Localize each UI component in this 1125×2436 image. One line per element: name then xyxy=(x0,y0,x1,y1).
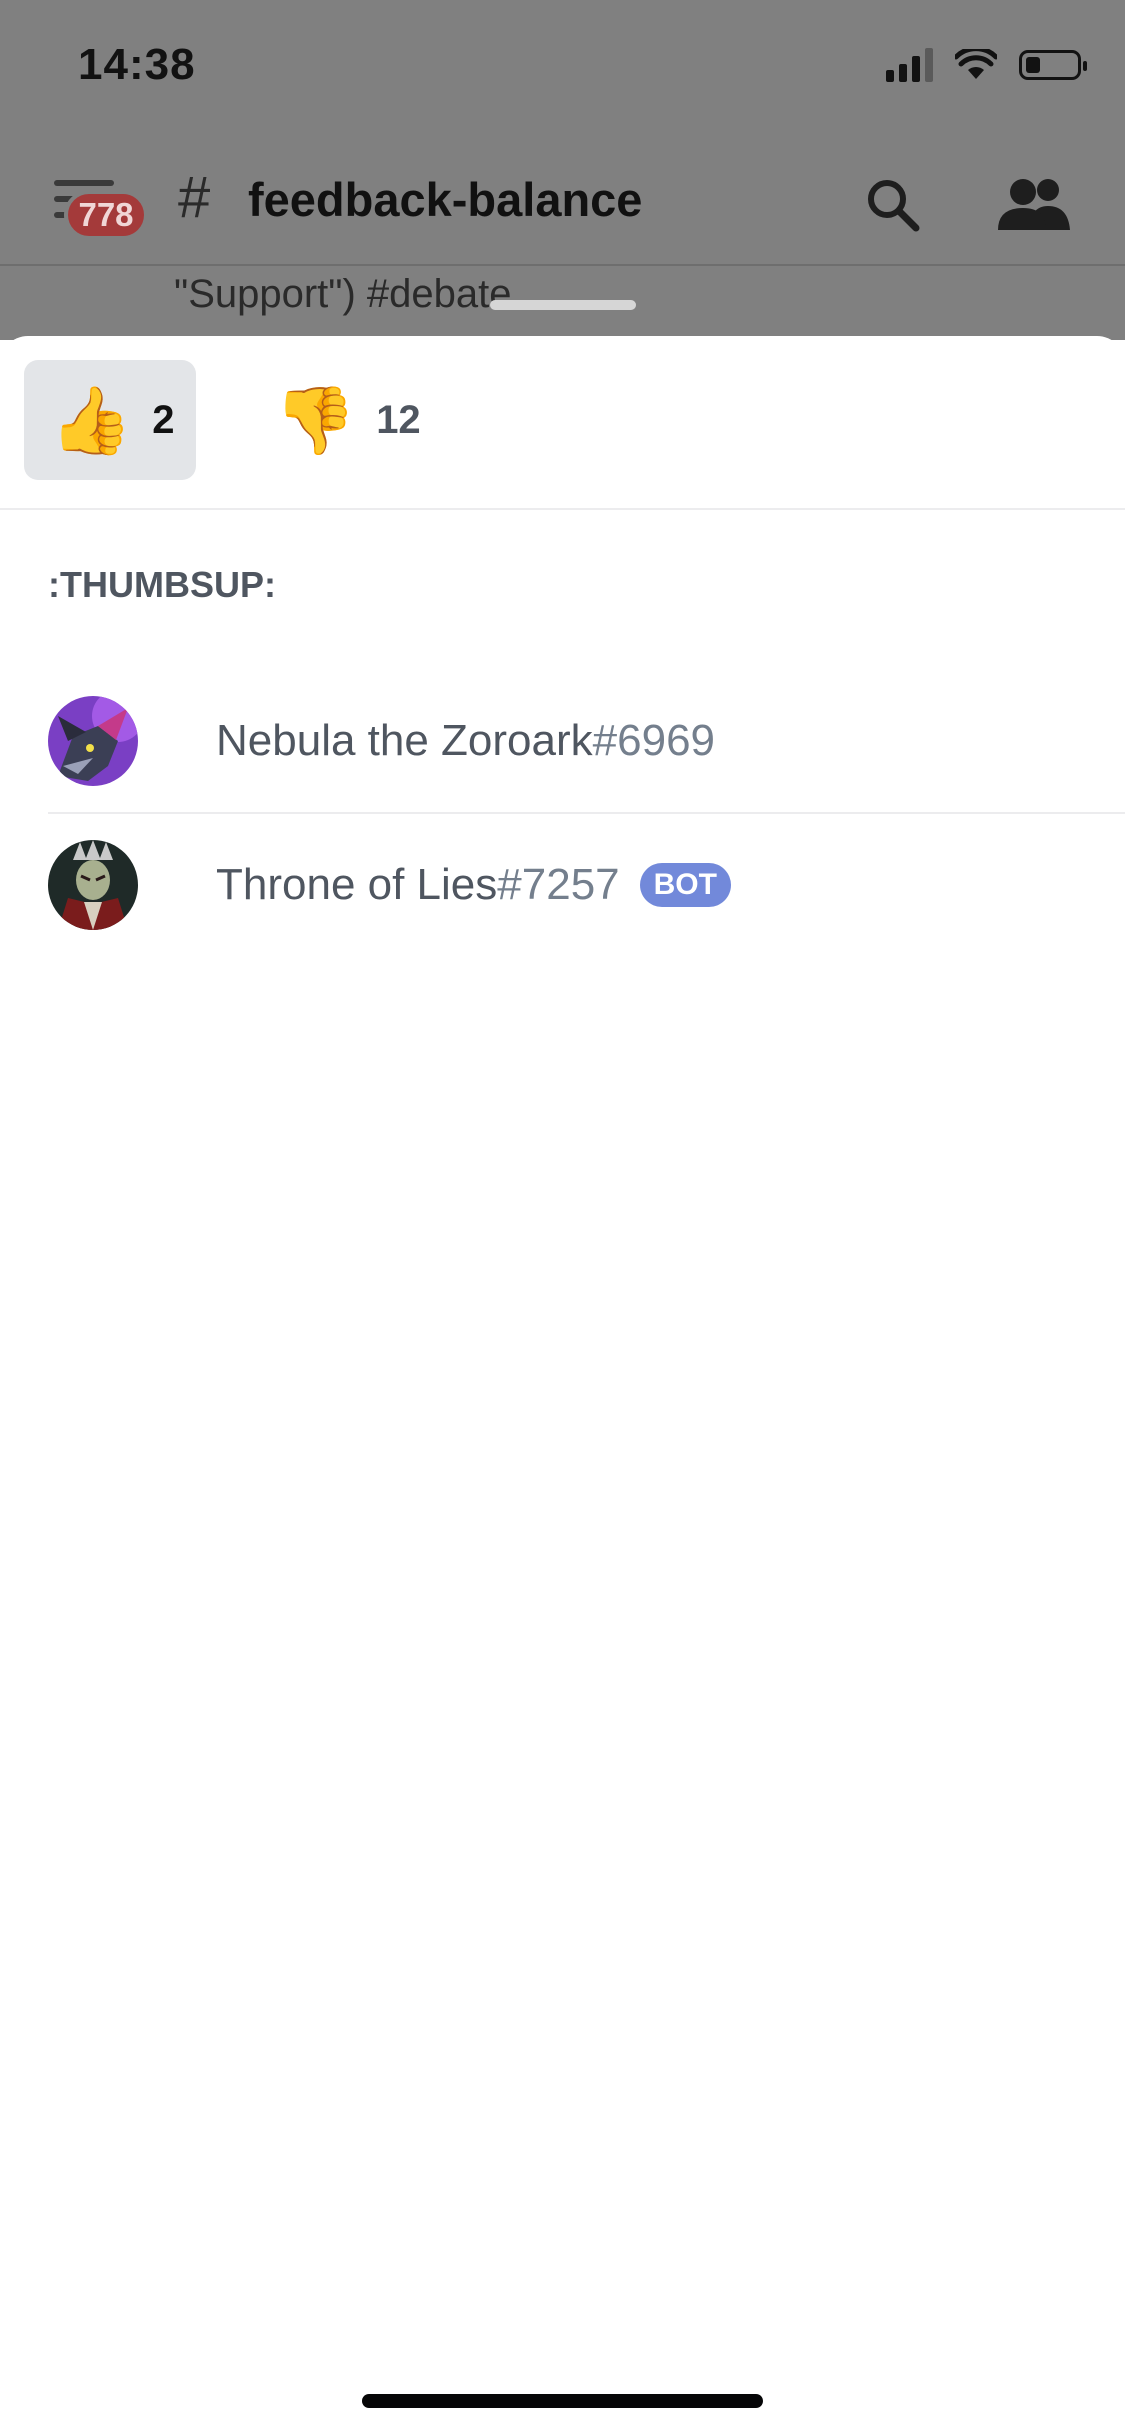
reaction-tabs: 👍 2 👎 12 xyxy=(24,360,447,480)
message-preview: "Support") #debate xyxy=(174,272,512,316)
user-name: Nebula the Zoroark #6969 xyxy=(216,716,715,766)
sheet-grabber[interactable] xyxy=(490,300,636,310)
reaction-count: 2 xyxy=(152,397,175,442)
list-item[interactable]: Throne of Lies #7257 BOT xyxy=(0,814,1125,958)
status-icons xyxy=(886,48,1087,82)
wifi-icon xyxy=(955,49,997,79)
bot-badge: BOT xyxy=(639,863,731,907)
reaction-section-title: :THUMBSUP: xyxy=(48,564,276,605)
list-item[interactable]: Nebula the Zoroark #6969 xyxy=(0,670,1125,814)
home-indicator[interactable] xyxy=(362,2394,763,2408)
reaction-tab-thumbsup[interactable]: 👍 2 xyxy=(24,360,196,480)
tabs-divider xyxy=(0,508,1125,510)
avatar xyxy=(48,840,138,930)
background-overlay[interactable]: 14:38 778 # feedback-balance "Support") … xyxy=(0,0,1125,340)
channel-title: feedback-balance xyxy=(248,173,643,226)
avatar xyxy=(48,696,138,786)
username: Nebula the Zoroark xyxy=(216,716,593,765)
battery-icon xyxy=(1019,50,1087,80)
reactions-sheet: 👍 2 👎 12 :THUMBSUP: Nebula the Zoroark #6… xyxy=(0,336,1125,2436)
status-time: 14:38 xyxy=(78,40,196,89)
channel-hash-icon: # xyxy=(178,165,211,230)
reaction-tab-thumbsdown[interactable]: 👎 12 xyxy=(248,360,447,480)
user-name: Throne of Lies #7257 BOT xyxy=(216,860,731,910)
cellular-signal-icon xyxy=(886,48,933,82)
user-tag: #7257 xyxy=(497,860,620,909)
thumbs-up-icon: 👍 xyxy=(50,383,133,457)
members-icon[interactable] xyxy=(996,174,1076,234)
reaction-count: 12 xyxy=(376,397,421,442)
thumbs-down-icon: 👎 xyxy=(274,383,357,457)
header-divider xyxy=(0,264,1125,266)
unread-badge: 778 xyxy=(64,190,148,240)
channel-header: 778 # feedback-balance xyxy=(0,160,1125,264)
user-tag: #6969 xyxy=(592,716,716,765)
username: Throne of Lies xyxy=(216,860,498,909)
search-icon[interactable] xyxy=(862,174,922,234)
